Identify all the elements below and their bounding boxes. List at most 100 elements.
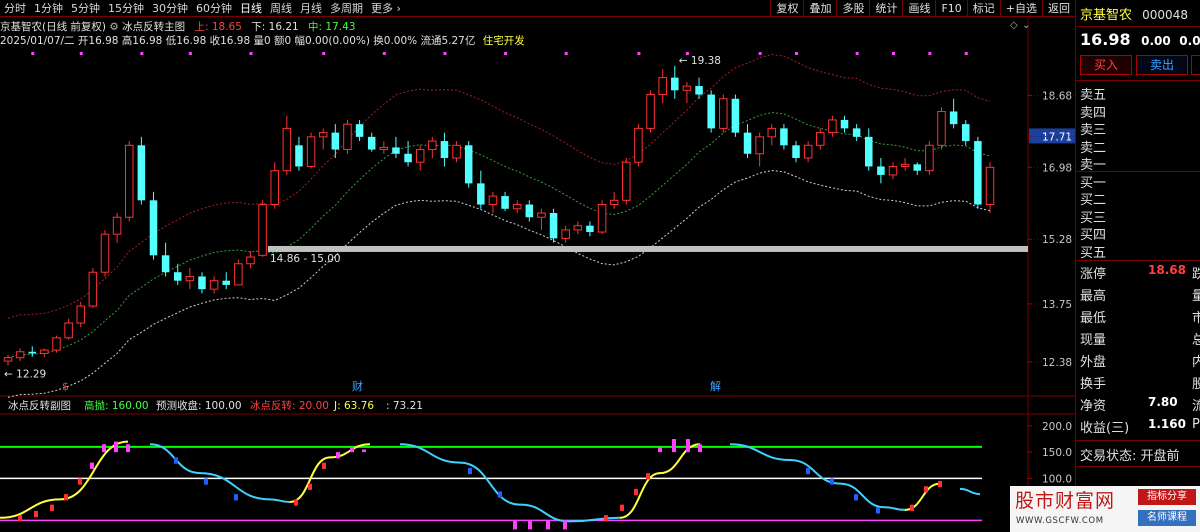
tab-1min[interactable]: 1分钟 <box>30 0 67 17</box>
stat-label-2: 股 <box>1192 373 1200 392</box>
watermark-logo: 股市财富网 WWW.GSCFW.COM 指标分享 名师课程 <box>1010 486 1200 532</box>
add-watchlist-button[interactable]: +自选 <box>999 0 1042 17</box>
candle-body <box>658 77 667 96</box>
candle-body <box>828 119 837 134</box>
histogram-bar <box>350 446 354 453</box>
stat-label: 涨停 <box>1080 267 1107 282</box>
f10-button[interactable]: F10 <box>935 0 966 17</box>
candle-body <box>137 145 146 201</box>
histogram-bar <box>604 515 608 522</box>
candlestick-chart[interactable]: 18.68 17.71 16.98 15.28 13.75 12.38 ← 19.38 ← 1… <box>0 18 1075 532</box>
overlay-button[interactable]: 叠加 <box>803 0 836 17</box>
candle-body <box>185 275 195 282</box>
event-marker[interactable]: 解 <box>710 379 721 393</box>
candle-body <box>671 77 679 91</box>
mark-button[interactable]: 标记 <box>966 0 1000 17</box>
chart-title: 京基智农(日线 前复权) <box>0 21 107 33</box>
histogram-bar <box>362 449 366 453</box>
candle-body <box>609 199 619 206</box>
histogram-bar <box>910 504 914 511</box>
more-trade-button[interactable] <box>1191 55 1200 75</box>
signal-dot <box>795 52 799 55</box>
chart-area[interactable]: 18.68 17.71 16.98 15.28 13.75 12.38 ← 19.38 ← 1… <box>0 18 1075 532</box>
candle-body <box>755 136 764 155</box>
candle-body <box>246 256 255 265</box>
signal-dot <box>855 52 859 55</box>
histogram-bar <box>854 494 858 501</box>
fuquan-button[interactable]: 复权 <box>770 0 803 17</box>
tab-30min[interactable]: 30分钟 <box>148 0 192 17</box>
histogram-bar <box>336 452 340 459</box>
stat-label: 现量 <box>1080 333 1107 348</box>
candle-body <box>477 183 485 205</box>
stat-label: 换手 <box>1080 377 1107 392</box>
tab-5min[interactable]: 5分钟 <box>67 0 104 17</box>
signal-dot <box>758 52 762 55</box>
chart-header-line: 京基智农(日线 前复权) ⚙ 冰点反转主图 上: 18.65 下: 16.21 … <box>0 19 355 34</box>
tab-more[interactable]: 更多 › <box>367 0 405 17</box>
indicator-icon: ⚙ <box>109 21 119 33</box>
candle-body <box>695 86 703 95</box>
candle-body <box>379 146 389 151</box>
sub-header-label: 预测收盘: 100.00 <box>156 399 242 412</box>
tab-fenshi[interactable]: 分时 <box>0 0 30 17</box>
upper-band-line <box>7 53 991 319</box>
stat-label: 最低 <box>1080 311 1107 326</box>
tab-multi-period[interactable]: 多周期 <box>326 0 367 17</box>
price-axis-label: 13.75 <box>1042 299 1072 311</box>
statistics-button[interactable]: 统计 <box>869 0 902 17</box>
histogram-bar <box>876 507 880 514</box>
candle-body <box>306 136 316 167</box>
j-line-falling <box>399 443 621 523</box>
candle-body <box>573 225 583 231</box>
candle-body <box>124 144 134 218</box>
collapse-icon[interactable]: ◇ <box>1010 20 1018 31</box>
candle-body <box>731 98 740 133</box>
price-change: 0.00 <box>1141 34 1171 48</box>
sub-axis-label: 200.0 <box>1042 421 1072 433</box>
candle-body <box>888 165 898 176</box>
histogram-bar <box>658 446 662 453</box>
signal-dot <box>382 52 386 55</box>
price-axis-label: 16.98 <box>1042 162 1072 174</box>
back-button[interactable]: 返回 <box>1042 0 1075 17</box>
multi-stock-button[interactable]: 多股 <box>836 0 869 17</box>
candle-body <box>512 204 522 210</box>
upper-band-label: 上: 18.65 <box>194 21 242 33</box>
histogram-bar <box>174 457 178 464</box>
signal-dot <box>928 52 932 55</box>
order-book-level: 买四 <box>1080 228 1107 243</box>
candle-body <box>537 212 546 218</box>
tab-15min[interactable]: 15分钟 <box>104 0 148 17</box>
event-marker[interactable]: $ <box>62 380 69 393</box>
high-annotation: ← 19.38 <box>679 55 721 67</box>
candle-body <box>852 128 861 137</box>
candle-body <box>549 213 558 239</box>
tab-weekly[interactable]: 周线 <box>266 0 296 17</box>
mid-band-label: 中: 17.43 <box>308 21 356 33</box>
draw-line-button[interactable]: 画线 <box>902 0 935 17</box>
histogram-bar <box>498 491 502 498</box>
candle-body <box>682 85 692 91</box>
candle-body <box>404 153 412 163</box>
sell-button[interactable]: 卖出 <box>1136 55 1188 75</box>
buy-button[interactable]: 买入 <box>1080 55 1132 75</box>
candle-body <box>88 271 98 307</box>
indicator-name[interactable]: 冰点反转主图 <box>122 21 185 33</box>
candle-body <box>925 144 934 172</box>
ohlc-text: 2025/01/07/二 开16.98 高16.98 低16.98 收16.98… <box>0 35 476 47</box>
watermark-tag-share: 指标分享 <box>1138 489 1196 505</box>
tab-monthly[interactable]: 月线 <box>296 0 326 17</box>
candle-body <box>464 145 473 184</box>
candle-body <box>3 357 13 362</box>
tab-daily[interactable]: 日线 <box>236 0 266 17</box>
tab-60min[interactable]: 60分钟 <box>192 0 236 17</box>
stat-label: 净资 <box>1080 399 1107 414</box>
watermark-title: 股市财富网 <box>1015 490 1116 512</box>
signal-dot <box>188 52 192 55</box>
histogram-bar <box>546 520 550 530</box>
event-marker[interactable]: 财 <box>352 379 363 393</box>
candle-body <box>40 349 49 354</box>
close-chart-icon[interactable]: ⌄ <box>1022 20 1030 31</box>
order-book-level: 买三 <box>1080 210 1107 226</box>
